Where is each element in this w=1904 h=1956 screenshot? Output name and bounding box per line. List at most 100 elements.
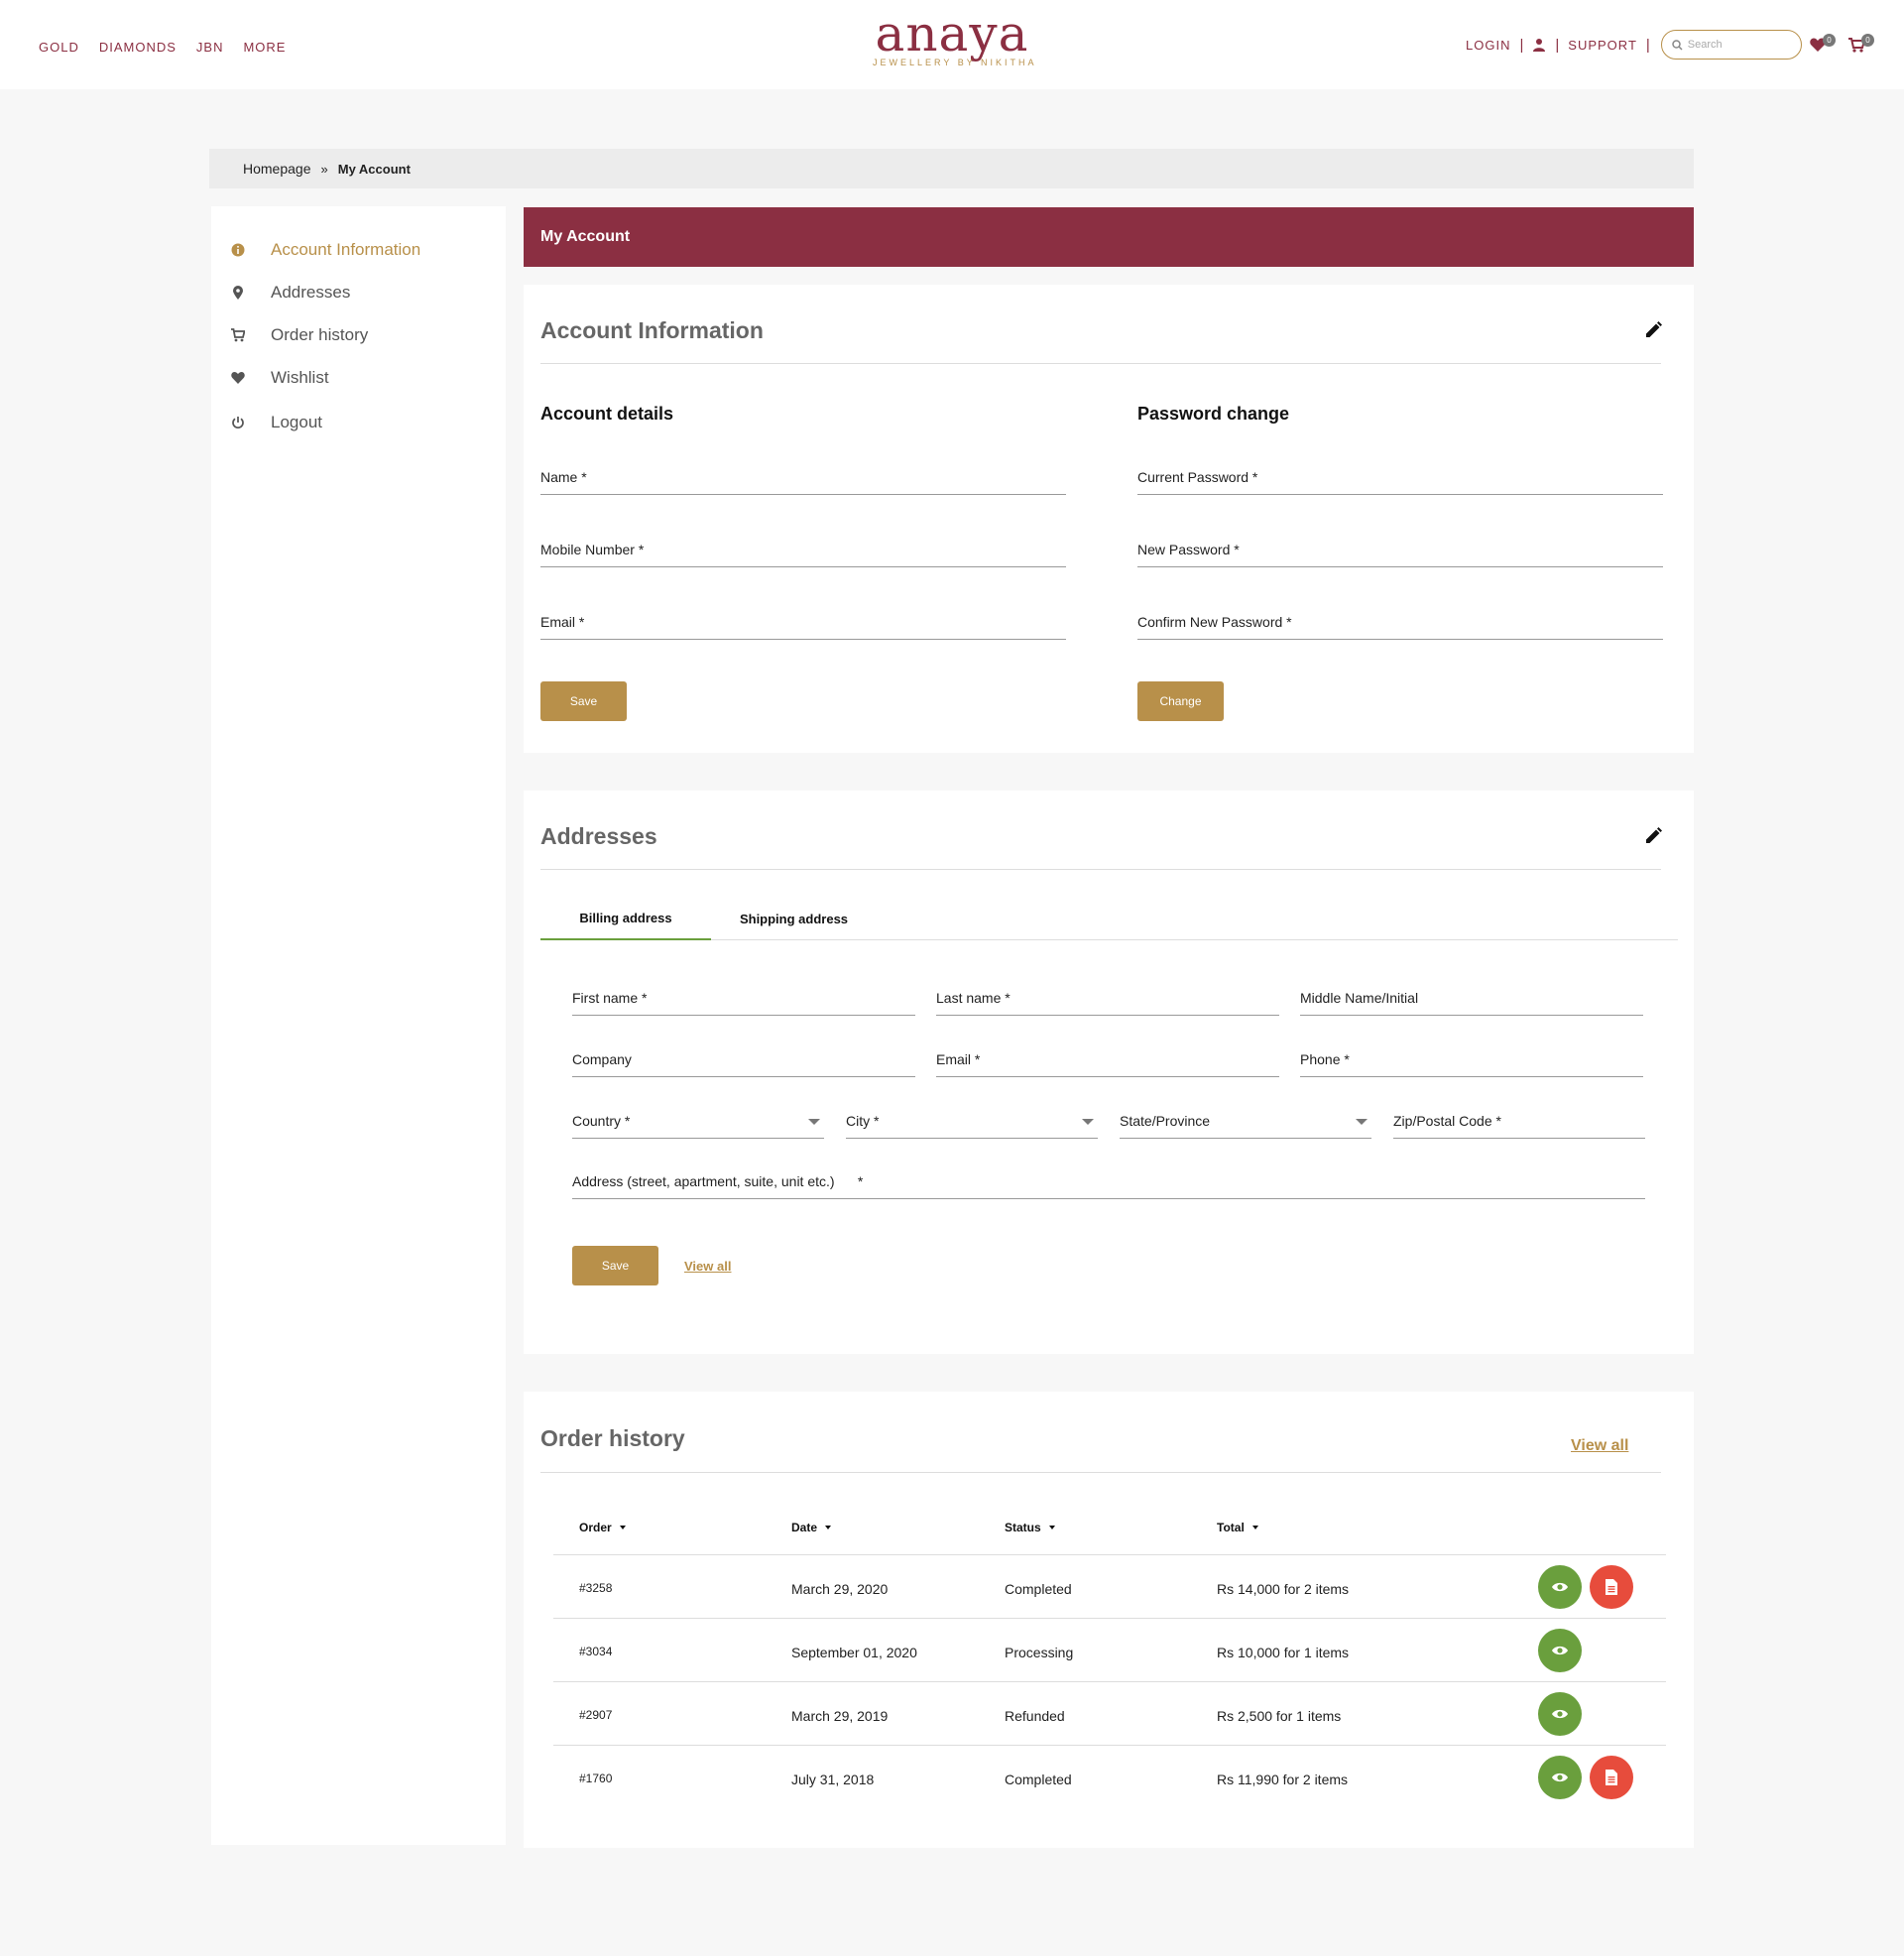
zip-code-field[interactable]: Zip/Postal Code *: [1393, 1107, 1645, 1139]
field-label: City *: [846, 1113, 880, 1129]
support-link[interactable]: SUPPORT: [1568, 38, 1637, 53]
sidebar-item-order-history[interactable]: Order history: [231, 325, 368, 344]
country-select[interactable]: Country *: [572, 1107, 824, 1139]
column-header-status[interactable]: Status: [1005, 1521, 1055, 1534]
search-icon: [1672, 39, 1683, 51]
field-label: Email *: [540, 614, 585, 630]
map-pin-icon: [233, 286, 243, 300]
nav-more[interactable]: MORE: [243, 40, 286, 55]
cart-button[interactable]: 0: [1848, 34, 1874, 56]
street-address-field[interactable]: Address (street, apartment, suite, unit …: [572, 1167, 1645, 1199]
logo[interactable]: anaya JEWELLERY BY NIKITHA: [873, 5, 1034, 67]
field-label: State/Province: [1120, 1113, 1211, 1129]
edit-icon[interactable]: [1643, 320, 1663, 340]
view-order-button[interactable]: [1538, 1756, 1582, 1799]
nav-gold[interactable]: GOLD: [39, 40, 79, 55]
new-password-field[interactable]: New Password *: [1137, 536, 1663, 567]
search-box: [1660, 30, 1802, 60]
invoice-button[interactable]: [1590, 1756, 1633, 1799]
field-label: Last name *: [936, 990, 1011, 1006]
search-input[interactable]: [1687, 39, 1787, 51]
breadcrumb-separator: »: [320, 161, 328, 177]
eye-icon: [1552, 1773, 1568, 1782]
table-row: #3258 March 29, 2020 Completed Rs 14,000…: [553, 1554, 1666, 1618]
document-icon: [1606, 1579, 1617, 1595]
edit-icon[interactable]: [1643, 826, 1663, 846]
table-row: #2907 March 29, 2019 Refunded Rs 2,500 f…: [553, 1681, 1666, 1745]
sort-icon: [1048, 1526, 1055, 1529]
column-header-order[interactable]: Order: [579, 1521, 626, 1534]
state-select[interactable]: State/Province: [1120, 1107, 1371, 1139]
breadcrumb-current: My Account: [337, 161, 411, 177]
divider: |: [1519, 36, 1524, 54]
sidebar-item-account-information[interactable]: Account Information: [231, 240, 420, 259]
order-number: #1760: [579, 1772, 613, 1785]
card-title: Account Information: [540, 317, 764, 343]
column-header-date[interactable]: Date: [791, 1521, 832, 1534]
column-header-total[interactable]: Total: [1217, 1521, 1258, 1534]
view-order-button[interactable]: [1538, 1565, 1582, 1609]
breadcrumb: Homepage » My Account: [209, 149, 1694, 188]
cart-count: 0: [1861, 34, 1874, 47]
order-date: September 01, 2020: [791, 1645, 917, 1660]
sidebar-item-label: Logout: [271, 413, 322, 431]
chevron-down-icon: [1356, 1119, 1368, 1125]
view-order-button[interactable]: [1538, 1629, 1582, 1672]
company-field[interactable]: Company: [572, 1045, 915, 1077]
eye-icon: [1552, 1709, 1568, 1719]
change-password-button[interactable]: Change: [1137, 681, 1224, 721]
user-icon[interactable]: [1532, 38, 1546, 52]
phone-field[interactable]: Phone *: [1300, 1045, 1643, 1077]
field-label: Middle Name/Initial: [1300, 990, 1419, 1006]
view-all-addresses-link[interactable]: View all: [684, 1259, 731, 1274]
sidebar-item-addresses[interactable]: Addresses: [231, 283, 350, 302]
address-email-field[interactable]: Email *: [936, 1045, 1279, 1077]
view-all-orders-link[interactable]: View all: [1571, 1437, 1628, 1455]
name-field[interactable]: Name *: [540, 463, 1066, 495]
save-account-button[interactable]: Save: [540, 681, 627, 721]
divider: [540, 363, 1661, 364]
account-information-card: Account Information Account details Name…: [524, 285, 1694, 753]
field-label: Country *: [572, 1113, 631, 1129]
field-label: Current Password *: [1137, 469, 1258, 485]
tab-shipping-address[interactable]: Shipping address: [711, 898, 877, 940]
last-name-field[interactable]: Last name *: [936, 984, 1279, 1016]
field-label: First name *: [572, 990, 648, 1006]
order-number: #3034: [579, 1645, 613, 1658]
sidebar-item-wishlist[interactable]: Wishlist: [231, 368, 329, 387]
invoice-button[interactable]: [1590, 1565, 1633, 1609]
nav-jbn[interactable]: JBN: [196, 40, 224, 55]
sidebar-item-label: Wishlist: [271, 368, 329, 387]
current-password-field[interactable]: Current Password *: [1137, 463, 1663, 495]
save-address-button[interactable]: Save: [572, 1246, 658, 1285]
field-label: Company: [572, 1051, 632, 1067]
wishlist-count: 0: [1823, 34, 1836, 47]
card-title: Order history: [540, 1425, 685, 1451]
login-link[interactable]: LOGIN: [1466, 38, 1510, 53]
middle-name-field[interactable]: Middle Name/Initial: [1300, 984, 1643, 1016]
field-label: Phone *: [1300, 1051, 1350, 1067]
order-status: Refunded: [1005, 1708, 1065, 1724]
order-total: Rs 14,000 for 2 items: [1217, 1581, 1350, 1597]
wishlist-button[interactable]: 0: [1810, 34, 1836, 56]
logo-wordmark: anaya: [875, 5, 1029, 62]
mobile-number-field[interactable]: Mobile Number *: [540, 536, 1066, 567]
field-label: Address (street, apartment, suite, unit …: [572, 1173, 864, 1189]
sidebar-item-logout[interactable]: Logout: [231, 413, 322, 431]
email-field[interactable]: Email *: [540, 608, 1066, 640]
view-order-button[interactable]: [1538, 1692, 1582, 1736]
first-name-field[interactable]: First name *: [572, 984, 915, 1016]
chevron-down-icon: [1082, 1119, 1094, 1125]
divider: [540, 869, 1661, 870]
nav-diamonds[interactable]: DIAMONDS: [99, 40, 177, 55]
order-history-card: Order history View all Order Date Status…: [524, 1392, 1694, 1848]
eye-icon: [1552, 1582, 1568, 1592]
divider: [540, 1472, 1661, 1473]
tab-billing-address[interactable]: Billing address: [540, 898, 711, 940]
city-select[interactable]: City *: [846, 1107, 1098, 1139]
info-icon: [231, 243, 245, 257]
confirm-password-field[interactable]: Confirm New Password *: [1137, 608, 1663, 640]
main-nav: GOLD DIAMONDS JBN MORE: [39, 40, 286, 55]
breadcrumb-home[interactable]: Homepage: [243, 161, 311, 177]
field-label: New Password *: [1137, 542, 1240, 557]
